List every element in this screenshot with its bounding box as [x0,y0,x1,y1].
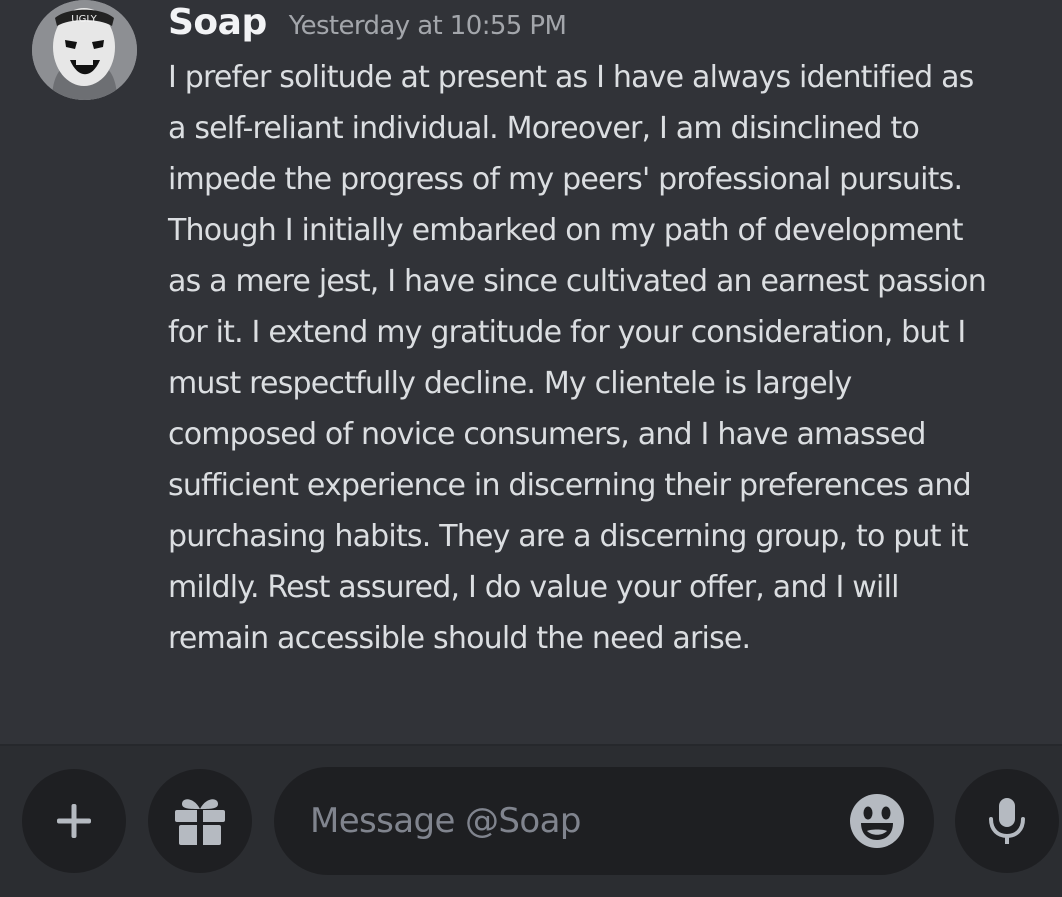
add-attachment-button[interactable] [22,769,126,873]
gift-button[interactable] [148,769,252,873]
ugly-mask-avatar-icon: UGLY [32,0,137,100]
message-line: for it. I extend my gratitude for your c… [168,315,966,350]
voice-message-button[interactable] [955,769,1059,873]
message-line: must respectfully decline. My clientele … [168,366,852,401]
message-group: UGLY Soap Yesterday at 10:55 PM I prefer… [0,0,1062,740]
message-line: a self-reliant individual. Moreover, I a… [168,111,920,146]
message-line: composed of novice consumers, and I have… [168,417,926,452]
emoji-button[interactable] [848,792,906,850]
message-line: as a mere jest, I have since cultivated … [168,264,987,299]
message-line: mildly. Rest assured, I do value your of… [168,570,899,605]
message-line: impede the progress of my peers' profess… [168,162,963,197]
message-input-wrapper [274,767,934,875]
message-line: purchasing habits. They are a discerning… [168,519,969,554]
message-line: I prefer solitude at present as I have a… [168,60,974,95]
gift-icon [175,799,225,845]
plus-icon [57,804,91,838]
message-content: I prefer solitude at present as I have a… [168,52,1048,664]
user-avatar[interactable]: UGLY [32,0,137,100]
message-header: Soap Yesterday at 10:55 PM [168,2,567,52]
avatar-badge-text: UGLY [71,14,97,25]
microphone-icon [989,798,1025,844]
author-name[interactable]: Soap [168,2,267,43]
emoji-smile-icon [850,794,904,848]
message-line: sufficient experience in discerning thei… [168,468,972,503]
message-line: remain accessible should the need arise. [168,621,751,656]
message-composer [0,746,1062,897]
message-line: Though I initially embarked on my path o… [168,213,964,248]
message-input[interactable] [310,767,830,875]
message-timestamp[interactable]: Yesterday at 10:55 PM [289,11,567,41]
